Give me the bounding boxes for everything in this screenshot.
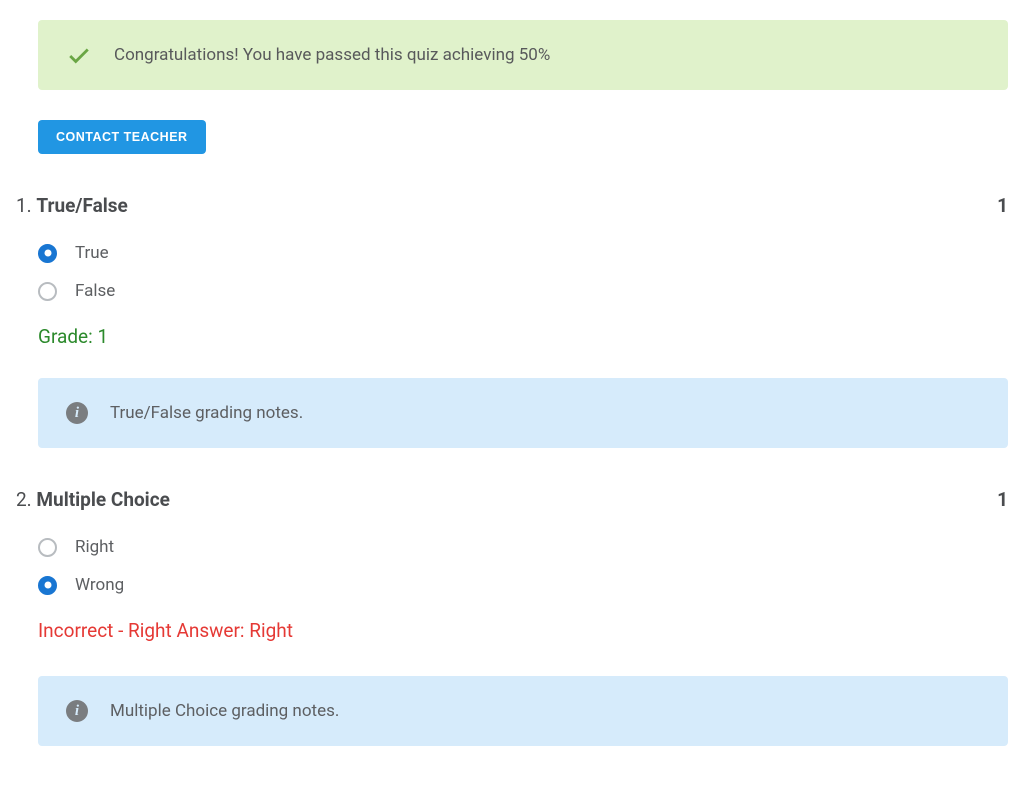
option-label: Right bbox=[75, 537, 114, 557]
question-block: 1. True/False 1 True False Grade: 1 i Tr… bbox=[16, 194, 1008, 448]
option-false[interactable]: False bbox=[38, 281, 1008, 301]
question-header: 1. True/False 1 bbox=[16, 194, 1008, 217]
grading-note-text: True/False grading notes. bbox=[110, 403, 303, 423]
radio-icon bbox=[38, 282, 57, 301]
question-title: 1. True/False bbox=[16, 194, 128, 217]
option-true[interactable]: True bbox=[38, 243, 1008, 263]
options-list: Right Wrong bbox=[38, 537, 1008, 595]
question-number: 1. bbox=[16, 194, 32, 217]
question-points: 1 bbox=[997, 194, 1008, 217]
question-title: 2. Multiple Choice bbox=[16, 488, 170, 511]
option-label: True bbox=[75, 243, 109, 263]
grading-note: i True/False grading notes. bbox=[38, 378, 1008, 448]
contact-teacher-button[interactable]: CONTACT TEACHER bbox=[38, 120, 206, 154]
question-block: 2. Multiple Choice 1 Right Wrong Incorre… bbox=[16, 488, 1008, 746]
question-title-text: Multiple Choice bbox=[36, 488, 169, 511]
radio-icon bbox=[38, 244, 57, 263]
success-banner: Congratulations! You have passed this qu… bbox=[38, 20, 1008, 90]
grade-result: Incorrect - Right Answer: Right bbox=[38, 619, 1008, 642]
options-list: True False bbox=[38, 243, 1008, 301]
info-icon: i bbox=[66, 700, 88, 722]
question-header: 2. Multiple Choice 1 bbox=[16, 488, 1008, 511]
check-icon bbox=[66, 42, 92, 68]
grading-note-text: Multiple Choice grading notes. bbox=[110, 701, 339, 721]
option-right[interactable]: Right bbox=[38, 537, 1008, 557]
info-icon: i bbox=[66, 402, 88, 424]
grade-result: Grade: 1 bbox=[38, 325, 1008, 348]
option-label: False bbox=[75, 281, 115, 301]
radio-icon bbox=[38, 538, 57, 557]
question-number: 2. bbox=[16, 488, 32, 511]
option-label: Wrong bbox=[75, 575, 124, 595]
radio-icon bbox=[38, 576, 57, 595]
option-wrong[interactable]: Wrong bbox=[38, 575, 1008, 595]
question-points: 1 bbox=[997, 488, 1008, 511]
banner-text: Congratulations! You have passed this qu… bbox=[114, 45, 550, 65]
grading-note: i Multiple Choice grading notes. bbox=[38, 676, 1008, 746]
question-title-text: True/False bbox=[36, 194, 127, 217]
